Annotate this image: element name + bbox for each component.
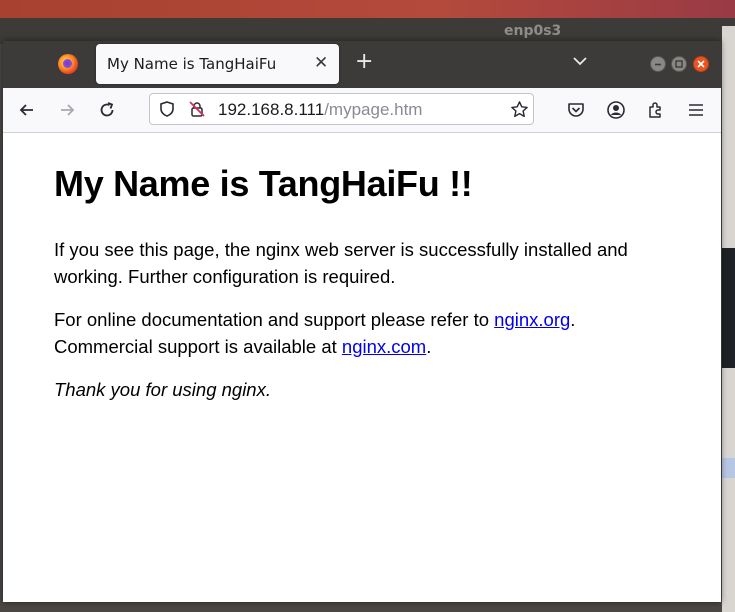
thank-you-text: Thank you for using nginx.: [54, 379, 271, 400]
minimize-button[interactable]: [650, 56, 666, 72]
tracking-shield-icon[interactable]: [158, 100, 176, 118]
tab-title: My Name is TangHaiFu: [107, 55, 277, 73]
url-bar[interactable]: 192.168.8.111/mypage.htm: [149, 93, 534, 125]
browser-window: My Name is TangHaiFu ✕ + 192.168.8.111/m…: [3, 41, 721, 602]
url-path: /mypage.htm: [324, 100, 423, 119]
nginx-org-link[interactable]: nginx.org: [494, 309, 570, 330]
background-window-title: enp0s3: [504, 23, 562, 39]
nginx-com-link[interactable]: nginx.com: [342, 336, 426, 357]
navigation-toolbar: 192.168.8.111/mypage.htm: [3, 88, 721, 133]
close-window-button[interactable]: [693, 56, 709, 72]
tab-close-icon[interactable]: ✕: [314, 53, 328, 73]
hamburger-menu-icon[interactable]: [686, 100, 706, 120]
maximize-button[interactable]: [671, 56, 687, 72]
page-heading: My Name is TangHaiFu !!: [54, 163, 473, 204]
url-host: 192.168.8.111: [218, 100, 325, 119]
page-content: My Name is TangHaiFu !! If you see this …: [3, 133, 721, 602]
support-text-prefix: For online documentation and support ple…: [54, 309, 495, 330]
pocket-icon[interactable]: [566, 100, 586, 120]
extensions-icon[interactable]: [646, 100, 666, 120]
new-tab-button[interactable]: +: [355, 51, 373, 73]
support-text-suffix: .: [426, 336, 432, 357]
chevron-down-icon[interactable]: [572, 53, 588, 69]
firefox-logo-icon[interactable]: [58, 54, 78, 74]
back-arrow-icon[interactable]: [17, 100, 37, 120]
background-selection: [722, 458, 735, 478]
support-paragraph: For online documentation and support ple…: [54, 306, 654, 360]
tab-bar: My Name is TangHaiFu ✕ +: [3, 41, 721, 88]
background-terminal-pane: [722, 248, 735, 368]
star-icon[interactable]: [510, 100, 529, 119]
account-icon[interactable]: [606, 100, 626, 120]
insecure-lock-icon[interactable]: [188, 100, 206, 118]
reload-icon[interactable]: [97, 100, 117, 120]
url-text[interactable]: 192.168.8.111/mypage.htm: [218, 100, 422, 120]
forward-arrow-icon[interactable]: [57, 100, 77, 120]
tab-active[interactable]: My Name is TangHaiFu ✕: [96, 44, 339, 84]
desktop-top-bar: [0, 0, 735, 18]
intro-paragraph: If you see this page, the nginx web serv…: [54, 239, 628, 287]
